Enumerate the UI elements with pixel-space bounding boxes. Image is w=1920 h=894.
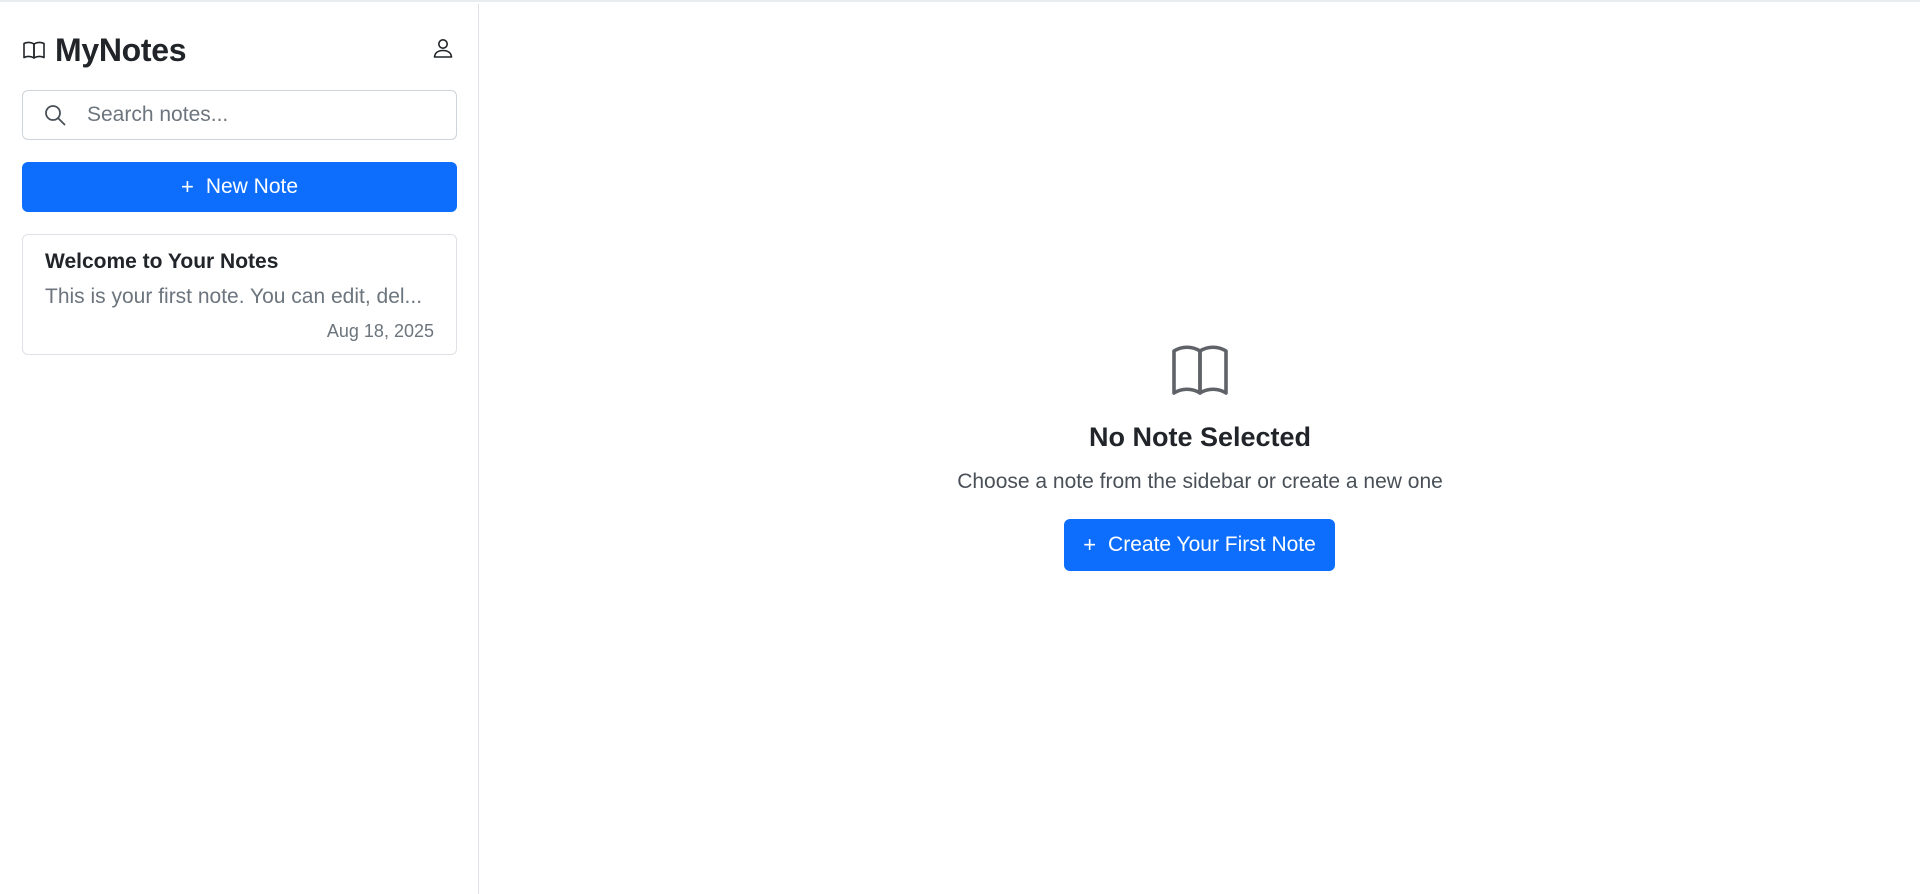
- create-first-note-button[interactable]: + Create Your First Note: [1064, 519, 1335, 571]
- note-list-item[interactable]: Welcome to Your Notes This is your first…: [22, 234, 457, 355]
- new-note-label: New Note: [205, 175, 299, 198]
- search-input[interactable]: [87, 103, 427, 127]
- search-icon: [43, 103, 67, 127]
- app-window: MyNotes + New Note: [0, 0, 1920, 894]
- note-date: Aug 18, 2025: [326, 321, 434, 341]
- sidebar: MyNotes + New Note: [0, 4, 479, 894]
- sidebar-header: MyNotes: [22, 28, 457, 72]
- empty-state: No Note Selected Choose a note from the …: [480, 4, 1920, 894]
- note-preview: This is your first note. You can edit, d…: [45, 285, 423, 308]
- user-profile-button[interactable]: [429, 36, 457, 64]
- open-book-icon: [1170, 343, 1230, 399]
- person-icon: [431, 36, 455, 65]
- main-content: No Note Selected Choose a note from the …: [480, 4, 1920, 894]
- create-first-note-label: Create Your First Note: [1108, 533, 1316, 556]
- search-box: [22, 90, 457, 140]
- note-title: Welcome to Your Notes: [45, 250, 279, 273]
- app-title: MyNotes: [55, 31, 187, 68]
- new-note-button[interactable]: + New Note: [22, 162, 457, 212]
- plus-icon: +: [180, 174, 194, 199]
- brand: MyNotes: [22, 28, 187, 72]
- plus-icon: +: [1083, 532, 1097, 557]
- empty-state-title: No Note Selected: [1088, 422, 1312, 452]
- book-icon: [22, 38, 46, 62]
- empty-state-subtitle: Choose a note from the sidebar or create…: [957, 470, 1443, 493]
